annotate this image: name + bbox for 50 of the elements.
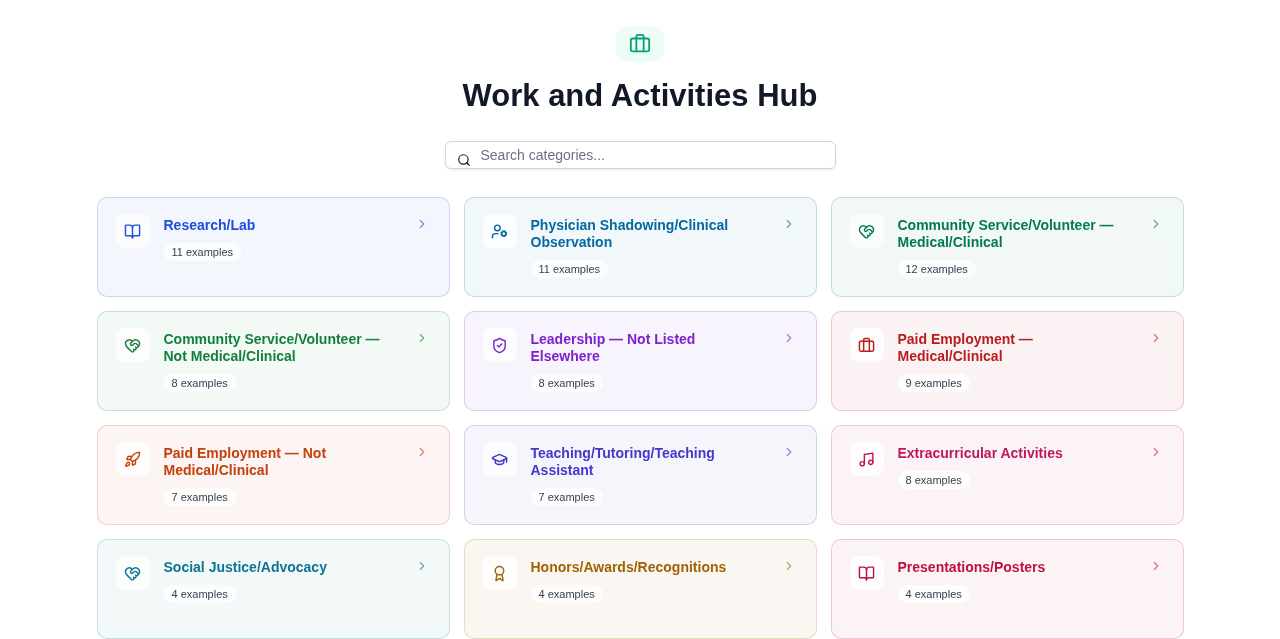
example-count: 11 examples [530, 260, 609, 278]
category-card[interactable]: Teaching/Tutoring/Teaching Assistant 7 examples [463, 425, 817, 525]
category-title: Community Service/Volunteer — Medical/Clinical [897, 216, 1115, 251]
category-card[interactable]: Social Justice/Advocacy 4 examples [96, 539, 450, 639]
category-card[interactable]: Honors/Awards/Recognitions 4 examples [463, 539, 817, 639]
category-title: Research/Lab [163, 216, 256, 234]
example-count: 4 examples [530, 585, 603, 603]
search-icon [456, 152, 471, 167]
example-count: 9 examples [897, 374, 970, 392]
page-title: Work and Activities Hub [462, 76, 818, 115]
category-card[interactable]: Community Service/Volunteer — Medical/Clinical 12 examples [830, 197, 1184, 297]
music-note-icon [858, 450, 875, 468]
book-icon [858, 564, 875, 582]
example-count: 7 examples [530, 488, 603, 506]
shield-check-icon [491, 336, 508, 354]
example-count: 8 examples [163, 374, 236, 392]
example-count: 8 examples [530, 374, 603, 392]
briefcase-icon [858, 336, 875, 354]
category-title: Extracurricular Activities [897, 444, 1063, 462]
example-count: 4 examples [163, 585, 236, 603]
user-gear-icon [491, 222, 508, 240]
example-count: 12 examples [897, 260, 976, 278]
category-card[interactable]: Research/Lab 11 examples [96, 197, 450, 297]
category-title: Presentations/Posters [897, 558, 1046, 576]
category-title: Leadership — Not Listed Elsewhere [530, 330, 697, 365]
example-count: 7 examples [163, 488, 236, 506]
category-card[interactable]: Physician Shadowing/Clinical Observation 11 examples [463, 197, 817, 297]
category-title: Paid Employment — Medical/Clinical [897, 330, 1034, 365]
category-title: Honors/Awards/Recognitions [530, 558, 727, 576]
category-title: Community Service/Volunteer — Not Medical/Clinical [163, 330, 381, 365]
category-card[interactable]: Extracurricular Activities 8 examples [830, 425, 1184, 525]
category-card[interactable]: Presentations/Posters 4 examples [830, 539, 1184, 639]
category-title: Paid Employment — Not Medical/Clinical [163, 444, 328, 479]
rocket-icon [124, 450, 141, 468]
briefcase-icon [629, 32, 651, 55]
category-card[interactable]: Community Service/Volunteer — Not Medical/Clinical 8 examples [96, 311, 450, 411]
category-card[interactable]: Paid Employment — Medical/Clinical 9 examples [830, 311, 1184, 411]
example-count: 8 examples [897, 471, 970, 489]
category-title: Teaching/Tutoring/Teaching Assistant [530, 444, 716, 479]
example-count: 4 examples [897, 585, 970, 603]
category-card[interactable]: Paid Employment — Not Medical/Clinical 7 examples [96, 425, 450, 525]
book-icon [124, 222, 141, 240]
heart-handshake-icon [124, 336, 141, 354]
category-card[interactable]: Leadership — Not Listed Elsewhere 8 examples [463, 311, 817, 411]
heart-handshake-icon [858, 222, 875, 240]
category-title: Physician Shadowing/Clinical Observation [530, 216, 730, 251]
heart-handshake-icon [124, 564, 141, 582]
example-count: 11 examples [163, 243, 242, 261]
category-title: Social Justice/Advocacy [163, 558, 327, 576]
search-field[interactable]: Search categories... [444, 140, 836, 169]
